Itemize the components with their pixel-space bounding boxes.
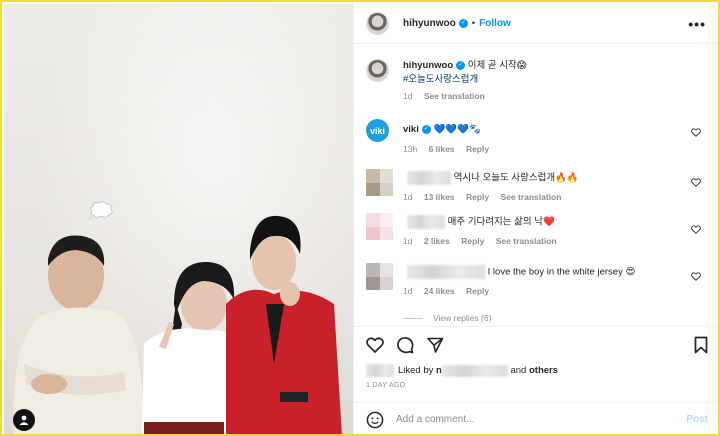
list-item: 역시나 오늘도 사랑스럽개🔥🔥 1d 13 likes Reply See tr…: [366, 169, 710, 202]
post-date: 1 DAY AGO: [366, 382, 406, 389]
comment-likes[interactable]: 24 likes: [424, 286, 455, 296]
caption-time: 1d: [403, 91, 413, 101]
comment-meta: 1d 24 likes Reply: [403, 286, 710, 296]
avatar[interactable]: [366, 12, 389, 35]
reply-button[interactable]: Reply: [461, 236, 484, 246]
heart-icon[interactable]: [691, 178, 701, 187]
hashtag-link[interactable]: #오늘도사랑스럽개: [403, 74, 478, 85]
comments-list[interactable]: hihyunwoo ✓ 이제 곧 시작😱 #오늘도사랑스럽개 1d See tra…: [354, 45, 718, 325]
separator-dot: •: [471, 18, 476, 29]
comment-meta: 13h 6 likes Reply: [403, 144, 710, 154]
list-item: viki viki ✓ 💙💙💙🐾 13h 6 likes Reply: [366, 119, 710, 154]
post-photo[interactable]: [4, 4, 353, 434]
bookmark-icon[interactable]: [692, 336, 710, 354]
comment-time: 1d: [403, 236, 413, 246]
blurred-like-avatars: [366, 364, 394, 377]
comment-meta: 1d 2 likes Reply See translation: [403, 236, 710, 246]
list-item: I love the boy in the white jersey 😍 1d …: [366, 263, 710, 296]
blurred-username: [407, 215, 445, 229]
reply-button[interactable]: Reply: [466, 192, 489, 202]
comment-input[interactable]: Add a comment...: [396, 414, 686, 425]
avatar[interactable]: [366, 59, 389, 82]
heart-icon[interactable]: [691, 272, 701, 281]
comment-icon[interactable]: [396, 336, 414, 354]
comment-likes[interactable]: 6 likes: [429, 144, 455, 154]
verified-icon: ✓: [458, 19, 468, 28]
verified-icon: ✓: [421, 124, 431, 134]
blurred-liker-name: [441, 364, 508, 377]
blurred-username: [407, 171, 451, 185]
liked-by-line: Liked by n and others: [366, 364, 558, 377]
comment-likes[interactable]: 2 likes: [424, 236, 450, 246]
post-button[interactable]: Post: [686, 414, 708, 425]
comment-likes[interactable]: 13 likes: [424, 192, 455, 202]
emoji-icon[interactable]: [366, 411, 384, 429]
caption-text: 이제 곧 시작😱: [467, 60, 527, 71]
reply-button[interactable]: Reply: [466, 144, 489, 154]
avatar[interactable]: [366, 263, 393, 290]
view-replies-link[interactable]: View replies (6): [403, 313, 491, 323]
comment-time: 1d: [403, 192, 413, 202]
reply-button[interactable]: Reply: [466, 286, 489, 296]
screenshot-frame: hihyunwoo ✓ • Follow ••• hihyunwoo ✓ 이제 곧…: [0, 0, 720, 436]
heart-icon[interactable]: [691, 225, 701, 234]
post-header: hihyunwoo ✓ • Follow •••: [354, 4, 718, 44]
comment-text: 💙💙💙🐾: [433, 124, 481, 135]
see-translation-link[interactable]: See translation: [500, 192, 561, 202]
comment-body: 매주 기다려지는 삶의 낙❤️: [407, 215, 555, 230]
liked-by-prefix: Liked by: [398, 365, 434, 376]
list-item: 매주 기다려지는 삶의 낙❤️ 1d 2 likes Reply See tra…: [366, 213, 710, 246]
comment-text: 역시나 오늘도 사랑스럽개🔥🔥: [453, 172, 579, 184]
caption-username[interactable]: hihyunwoo: [403, 60, 453, 71]
liked-by-others-link[interactable]: others: [529, 365, 558, 376]
comment-body: viki ✓ 💙💙💙🐾: [403, 123, 481, 137]
person-tag-icon[interactable]: [13, 409, 35, 431]
action-bar: [354, 326, 718, 362]
follow-button[interactable]: Follow: [479, 18, 511, 29]
comment-time: 1d: [403, 286, 413, 296]
caption-meta: 1d See translation: [403, 91, 710, 101]
comment-username[interactable]: viki: [403, 124, 419, 135]
verified-icon: ✓: [456, 60, 466, 70]
see-translation-link[interactable]: See translation: [424, 91, 485, 101]
caption-body: hihyunwoo ✓ 이제 곧 시작😱 #오늘도사랑스럽개: [403, 59, 527, 87]
header-username[interactable]: hihyunwoo: [403, 18, 456, 29]
heart-icon[interactable]: [366, 336, 384, 354]
see-translation-link[interactable]: See translation: [496, 236, 557, 246]
comment-body: 역시나 오늘도 사랑스럽개🔥🔥: [407, 171, 579, 186]
comment-body: I love the boy in the white jersey 😍: [407, 265, 635, 280]
avatar[interactable]: [366, 213, 393, 240]
more-options-button[interactable]: •••: [688, 16, 706, 32]
blurred-username: [407, 265, 485, 279]
photo-people-illustration: [13, 215, 342, 434]
heart-icon[interactable]: [691, 128, 701, 137]
comment-meta: 1d 13 likes Reply See translation: [403, 192, 710, 202]
post-side-panel: hihyunwoo ✓ • Follow ••• hihyunwoo ✓ 이제 곧…: [353, 4, 718, 434]
comment-text: 매주 기다려지는 삶의 낙❤️: [447, 216, 555, 228]
thought-bubble-icon: [89, 201, 113, 220]
add-comment-bar: Add a comment... Post: [354, 402, 718, 434]
comment-time: 13h: [403, 144, 418, 154]
viki-avatar[interactable]: viki: [366, 119, 389, 142]
comment-text: I love the boy in the white jersey 😍: [487, 266, 636, 278]
liked-by-and: and: [510, 365, 527, 376]
share-icon[interactable]: [426, 336, 444, 354]
caption: hihyunwoo ✓ 이제 곧 시작😱 #오늘도사랑스럽개 1d See tra…: [366, 59, 710, 101]
avatar[interactable]: [366, 169, 393, 196]
